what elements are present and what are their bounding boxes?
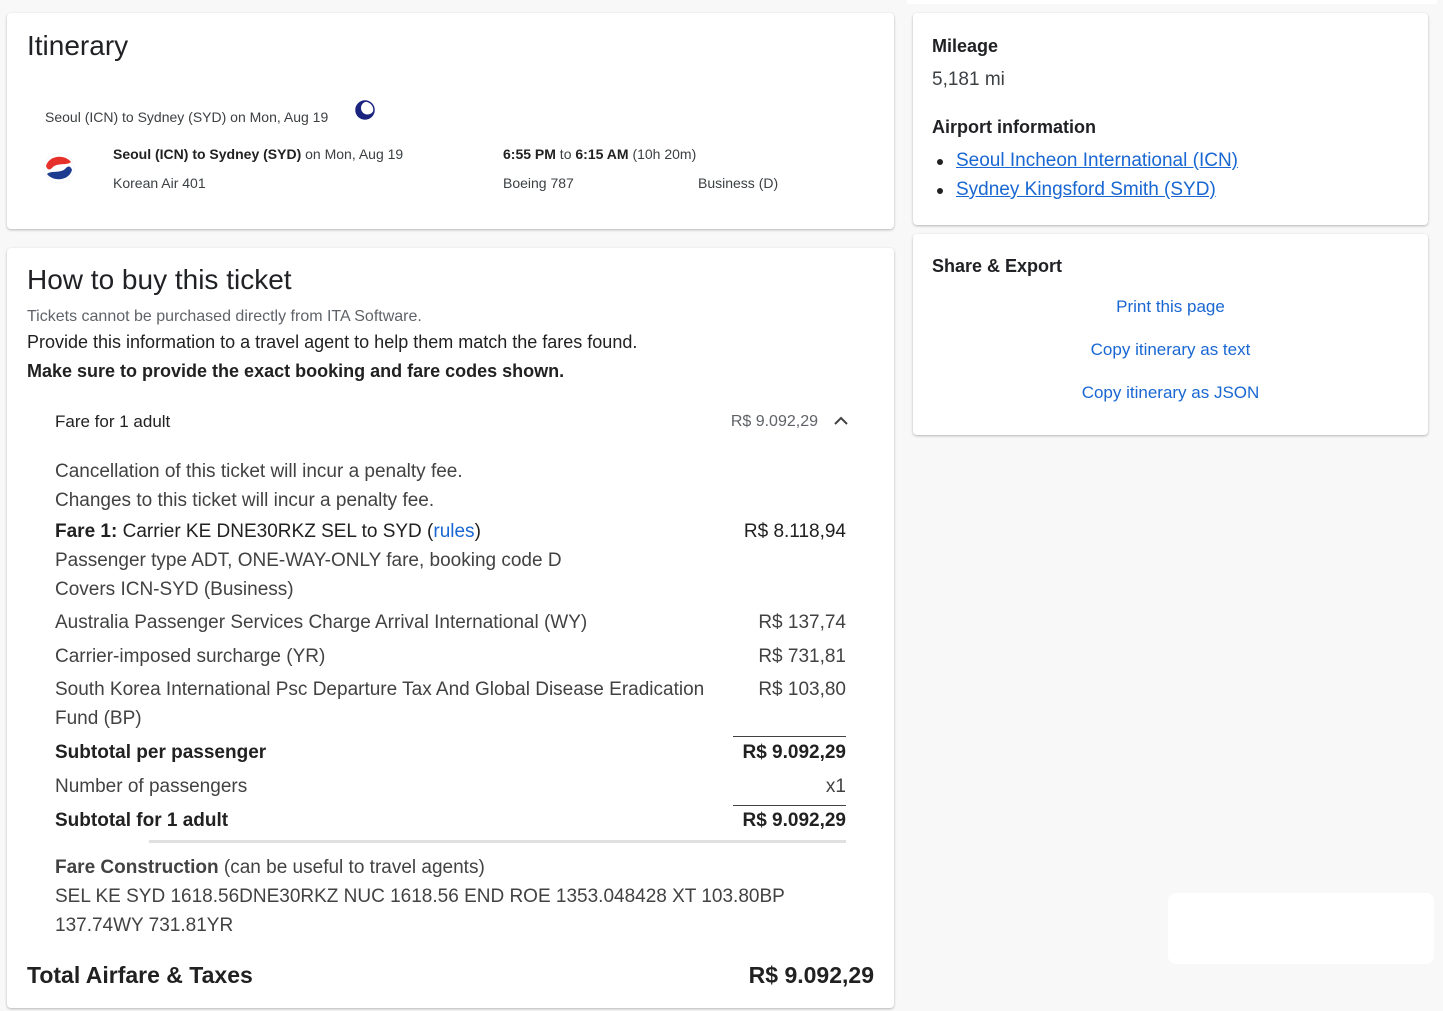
how-to-buy-card: How to buy this ticket Tickets cannot be… [7, 248, 894, 1008]
mileage-heading: Mileage [932, 36, 999, 56]
fare-construction-line: SEL KE SYD 1618.56DNE30RKZ NUC 1618.56 E… [55, 886, 785, 907]
segment-times: 6:55 PM to 6:15 AM (10h 20m) [503, 146, 696, 162]
fare-accordion-header[interactable]: Fare for 1 adult R$ 9.092,29 [7, 398, 894, 448]
fare-1-coverage: Covers ICN-SYD (Business) [55, 579, 294, 600]
tax-row-amount: R$ 137,74 [758, 612, 846, 633]
fare-construction-heading: Fare Construction (can be useful to trav… [55, 857, 485, 879]
tax-row-label: Carrier-imposed surcharge (YR) [55, 646, 326, 667]
tax-row-label: South Korea International Psc Departure … [55, 679, 705, 700]
section-divider [149, 840, 846, 843]
airport-link-syd[interactable]: Sydney Kingsford Smith (SYD) [956, 179, 1216, 201]
itinerary-card: Itinerary Seoul (ICN) to Sydney (SYD) on… [7, 13, 894, 229]
purchase-note: Tickets cannot be purchased directly fro… [27, 308, 422, 325]
fare-1-desc: Carrier KE DNE30RKZ SEL to SYD ( [117, 521, 434, 542]
fare-header-label: Fare for 1 adult [55, 412, 171, 431]
korean-air-logo [43, 152, 75, 184]
fare-1-label: Fare 1: [55, 521, 118, 542]
flight-number: Korean Air 401 [113, 175, 206, 191]
tax-row-label-cont: Fund (BP) [55, 708, 142, 729]
list-bullet [937, 159, 943, 165]
booking-codes-note: Make sure to provide the exact booking a… [27, 361, 565, 381]
mileage-value: 5,181 mi [932, 69, 1005, 90]
subtotal-per-passenger-amount: R$ 9.092,29 [742, 742, 846, 763]
right-top-strip [907, 0, 1437, 4]
total-airfare-label: Total Airfare & Taxes [27, 962, 253, 988]
divider [733, 805, 846, 806]
flight-duration: (10h 20m) [628, 146, 697, 162]
airport-link-icn[interactable]: Seoul Incheon International (ICN) [956, 150, 1238, 172]
cabin-class: Business (D) [698, 175, 779, 191]
segment-header: Seoul (ICN) to Sydney (SYD) on Mon, Aug … [45, 109, 329, 125]
segment-route-date: on Mon, Aug 19 [301, 146, 404, 162]
floating-panel [1168, 893, 1434, 964]
tax-row-amount: R$ 731,81 [758, 646, 846, 667]
times-separator: to [555, 146, 576, 162]
fare-1-line: Fare 1: Carrier KE DNE30RKZ SEL to SYD (… [55, 521, 481, 543]
mileage-card: Mileage 5,181 mi Airport information Seo… [913, 13, 1428, 225]
fare-construction-hint: (can be useful to travel agents) [218, 857, 485, 878]
share-export-card: Share & Export Print this page Copy itin… [913, 234, 1428, 435]
fare-1-close: ) [474, 521, 481, 542]
segment-route-cities: Seoul (ICN) to Sydney (SYD) [113, 146, 302, 162]
fare-rules-link[interactable]: rules [433, 521, 474, 542]
number-of-passengers-value: x1 [825, 776, 846, 797]
chevron-up-icon[interactable] [832, 412, 850, 430]
arrive-time: 6:15 AM [575, 146, 629, 162]
subtotal-per-passenger-label: Subtotal per passenger [55, 742, 267, 763]
fare-construction-line: 137.74WY 731.81YR [55, 915, 234, 936]
airport-info-heading: Airport information [932, 117, 1096, 137]
fare-construction-label: Fare Construction [55, 857, 219, 878]
subtotal-adult-amount: R$ 9.092,29 [742, 810, 846, 831]
divider [733, 736, 846, 737]
how-to-buy-title: How to buy this ticket [27, 264, 292, 295]
total-airfare-amount: R$ 9.092,29 [748, 962, 874, 988]
copy-as-json-link[interactable]: Copy itinerary as JSON [913, 383, 1428, 403]
travel-agent-note: Provide this information to a travel age… [27, 332, 638, 352]
fare-1-passenger-type: Passenger type ADT, ONE-WAY-ONLY fare, b… [55, 550, 562, 571]
number-of-passengers-label: Number of passengers [55, 776, 248, 797]
depart-time: 6:55 PM [503, 146, 556, 162]
print-page-link[interactable]: Print this page [913, 297, 1428, 317]
segment-route: Seoul (ICN) to Sydney (SYD) on Mon, Aug … [113, 146, 403, 162]
copy-as-text-link[interactable]: Copy itinerary as text [913, 340, 1428, 360]
tax-row-label: Australia Passenger Services Charge Arri… [55, 612, 588, 633]
list-bullet [937, 188, 943, 194]
aircraft-type: Boeing 787 [503, 175, 574, 191]
moon-icon [355, 100, 375, 120]
cancellation-penalty: Cancellation of this ticket will incur a… [55, 461, 463, 482]
share-export-heading: Share & Export [932, 256, 1063, 276]
fare-header-amount: R$ 9.092,29 [730, 413, 818, 430]
tax-row-amount: R$ 103,80 [758, 679, 846, 700]
itinerary-title: Itinerary [27, 30, 129, 61]
subtotal-adult-label: Subtotal for 1 adult [55, 810, 229, 831]
change-penalty: Changes to this ticket will incur a pena… [55, 490, 435, 511]
fare-1-amount: R$ 8.118,94 [743, 521, 846, 542]
